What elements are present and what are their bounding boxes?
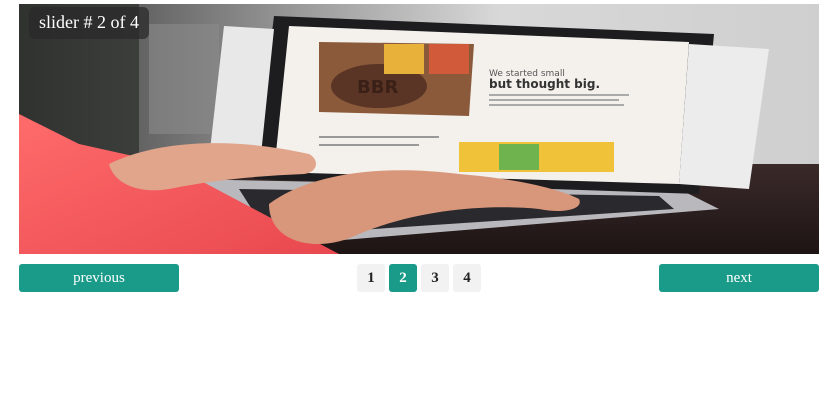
- page-2-button[interactable]: 2: [389, 264, 417, 292]
- image-slider: BBR We started small but thought big. sl…: [19, 4, 819, 254]
- screen-logo-text: BBR: [357, 77, 398, 98]
- slider-position-badge: slider # 2 of 4: [29, 7, 149, 39]
- screen-heading-2: but thought big.: [489, 77, 600, 91]
- page-3-button[interactable]: 3: [421, 264, 449, 292]
- slide-image: BBR We started small but thought big.: [19, 4, 819, 254]
- laptop-photo: BBR We started small but thought big.: [19, 4, 819, 254]
- next-button[interactable]: next: [659, 264, 819, 292]
- pagination: 1 2 3 4: [357, 264, 481, 292]
- page-1-button[interactable]: 1: [357, 264, 385, 292]
- previous-button[interactable]: previous: [19, 264, 179, 292]
- page-4-button[interactable]: 4: [453, 264, 481, 292]
